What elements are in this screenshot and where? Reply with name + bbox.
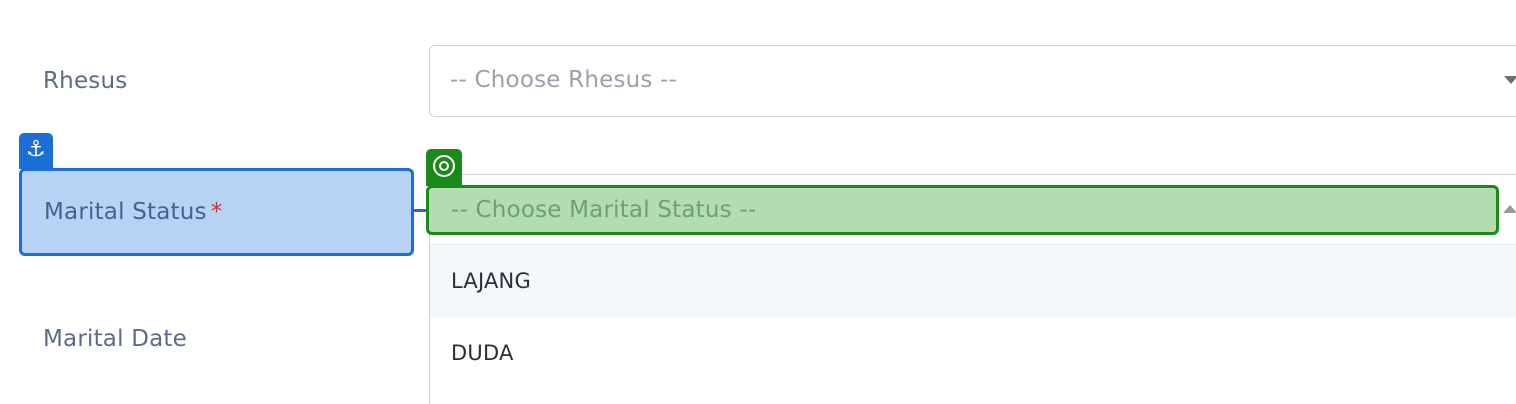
option-duda[interactable]: DUDA: [430, 317, 1516, 389]
marital-status-placeholder: -- Choose Marital Status --: [451, 197, 757, 223]
form-page: Rhesus -- Choose Rhesus -- ⚓ Marital Sta…: [0, 0, 1516, 404]
marital-status-options: LAJANG DUDA: [430, 245, 1516, 404]
rhesus-placeholder: -- Choose Rhesus --: [450, 67, 678, 93]
chevron-down-icon: [1504, 76, 1516, 84]
anchor-icon: ⚓: [19, 133, 53, 169]
chevron-up-icon: [1503, 205, 1516, 213]
marital-status-label-highlight: Marital Status *: [19, 168, 414, 256]
marital-status-select[interactable]: -- Choose Marital Status --: [426, 185, 1499, 235]
option-lajang[interactable]: LAJANG: [430, 245, 1516, 317]
marital-status-select-border: [429, 174, 1516, 175]
rhesus-label: Rhesus: [43, 68, 128, 94]
rhesus-select[interactable]: -- Choose Rhesus --: [429, 45, 1516, 117]
marital-status-label: Marital Status *: [44, 199, 223, 225]
marital-date-label: Marital Date: [43, 326, 187, 352]
required-mark: *: [210, 199, 223, 225]
target-icon: [426, 149, 462, 186]
